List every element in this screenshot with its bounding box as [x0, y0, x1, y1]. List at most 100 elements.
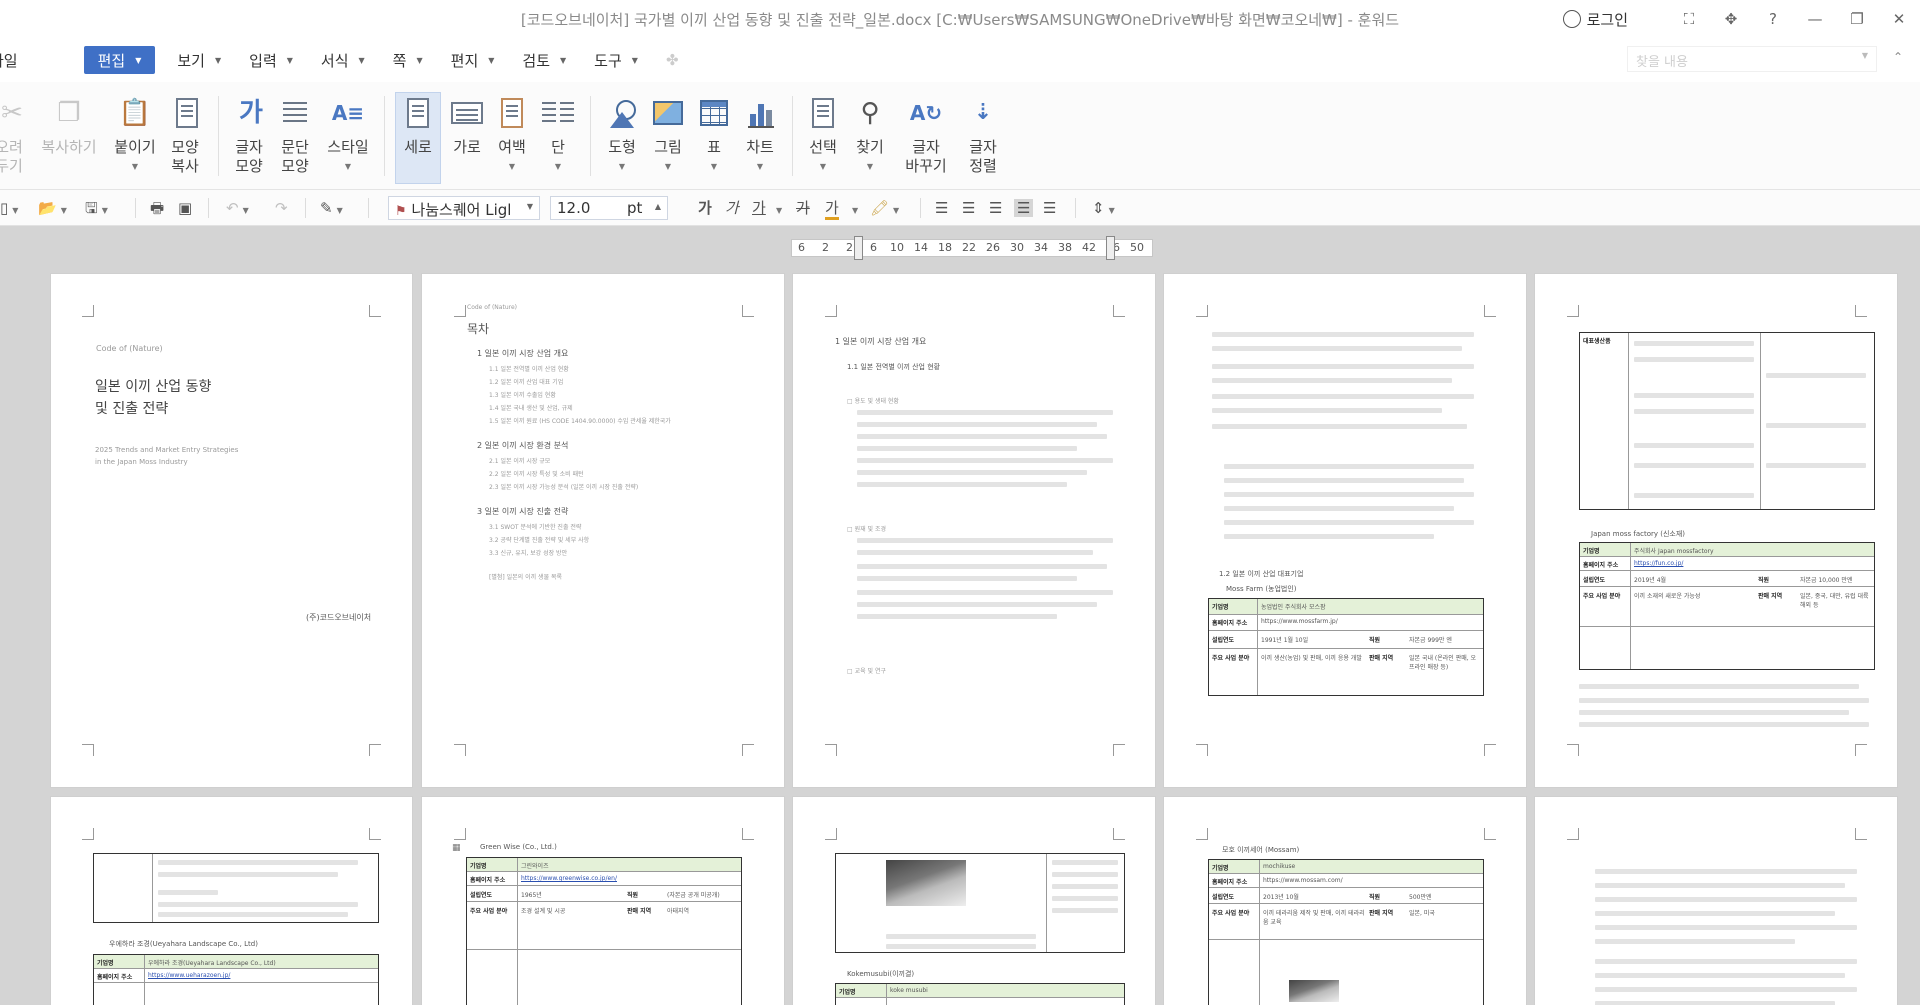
page-thumbnail-1[interactable]: Code of (Nature) 일본 이끼 산업 동향 및 진출 전략 202… [50, 273, 413, 788]
menu-insert[interactable]: 입력 ▼ [235, 46, 307, 74]
page-corner-mark [1567, 305, 1579, 317]
sort-button[interactable]: ⇣ 글자 정렬 [963, 96, 1003, 176]
menu-mail[interactable]: 편지 ▼ [437, 46, 509, 74]
menu-view[interactable]: 보기 ▼ [163, 46, 235, 74]
open-folder-icon[interactable]: 📂 ▼ [38, 199, 67, 220]
page-thumbnail-2[interactable]: Code of (Nature) 목차 1 일본 이끼 시장 산업 개요 1.1… [421, 273, 785, 788]
page-thumbnail-3[interactable]: 1 일본 이끼 시장 산업 개요 1.1 일본 전역별 이끼 산업 현황 □ 용… [792, 273, 1156, 788]
chevron-down-icon: ▼ [618, 162, 626, 171]
bold-button[interactable]: 가 [698, 199, 712, 217]
page-thumbnail-4[interactable]: 1.2 일본 이끼 산업 대표기업 Moss Farm (농업법인) 기업명 농… [1163, 273, 1527, 788]
columns-icon [540, 96, 576, 132]
login-button[interactable]: 로그인 [1562, 9, 1628, 30]
text-line [857, 446, 1077, 451]
char-shape-button[interactable]: 가 글자 모양 [232, 96, 270, 176]
user-icon [1562, 10, 1581, 28]
menu-edit[interactable]: 편집 ▼ [83, 46, 156, 74]
landscape-button[interactable]: 가로 [448, 96, 486, 157]
cut-button[interactable]: ✂ 오려 두기 [0, 96, 28, 176]
menu-format[interactable]: 서식 ▼ [307, 46, 379, 74]
text-line [1212, 378, 1452, 383]
save-icon[interactable]: 🖫 ▼ [85, 199, 108, 220]
chevron-down-icon: ▼ [554, 162, 562, 171]
toc-item: 1.3 일본 이끼 수출입 현황 [489, 392, 556, 399]
clipboard-icon: 📋 [118, 98, 152, 128]
shape-button[interactable]: 도형 ▼ [602, 96, 642, 176]
menu-file[interactable]: 파일 [0, 46, 32, 74]
page-thumbnail-10[interactable] [1534, 796, 1898, 1005]
undo-icon[interactable]: ↶ ▼ [226, 199, 249, 220]
line-spacing-icon[interactable]: ⇕ ▼ [1092, 199, 1115, 220]
align-left-icon[interactable]: ☰ [935, 199, 948, 217]
page-corner-mark [369, 305, 381, 317]
restore-button[interactable]: ❐ [1836, 0, 1878, 38]
menu-review[interactable]: 검토 ▼ [508, 46, 580, 74]
paste-button[interactable]: 📋 붙이기 ▼ [110, 96, 160, 176]
strike-button[interactable]: 가 [796, 199, 810, 217]
chevron-down-icon: ▼ [664, 162, 672, 171]
replace-button[interactable]: A↻ 글자 바꾸기 [903, 96, 949, 176]
align-center-icon[interactable]: ☰ [962, 199, 975, 217]
print-icon[interactable]: 🖶 [150, 199, 164, 217]
find-button[interactable]: ⚲ 찾기 ▼ [850, 96, 890, 176]
table-button[interactable]: 표 ▼ [694, 96, 734, 176]
align-right-icon[interactable]: ☰ [989, 199, 1002, 217]
italic-button[interactable]: 가 [725, 199, 739, 217]
font-select[interactable]: ⚑ 나눔스퀘어 Ligl ▼ [388, 196, 540, 220]
text-line [1595, 1001, 1835, 1005]
minimize-button[interactable]: — [1794, 0, 1836, 38]
font-size-select[interactable]: 12.0 pt ▲ [550, 196, 668, 220]
puzzle-icon[interactable]: ✤ [652, 46, 693, 74]
underline-options-icon[interactable]: ▼ [772, 199, 782, 220]
menu-search-input[interactable]: 찾을 내용 ▼ [1627, 46, 1877, 72]
spell-check-icon[interactable]: ✎ ▼ [320, 199, 343, 220]
font-color-button[interactable]: 가 [825, 199, 839, 220]
table-divider [517, 858, 518, 1005]
format-copy-button[interactable]: 모양 복사 [168, 96, 206, 176]
fullscreen-icon[interactable]: ⛶ [1668, 0, 1710, 38]
menu-tools[interactable]: 도구 ▼ [580, 46, 652, 74]
page-corner-mark [742, 305, 754, 317]
page-logo: Code of (Nature) [467, 304, 517, 311]
page-thumbnail-6[interactable]: 우에하라 조경(Ueyahara Landscape Co., Ltd) 기업명… [50, 796, 413, 1005]
para-shape-button[interactable]: 문단 모양 [278, 96, 316, 176]
picture-button[interactable]: 그림 ▼ [648, 96, 688, 176]
portrait-button[interactable]: 세로 [395, 92, 441, 184]
new-doc-icon[interactable]: ▯ ▼ [0, 199, 18, 220]
document-area[interactable]: Code of (Nature) 일본 이끼 산업 동향 및 진출 전략 202… [0, 226, 1920, 1005]
chevron-down-icon: ▼ [819, 162, 827, 171]
page-thumbnail-8[interactable]: Kokemusubi(이끼결) 기업명 koke musubi [792, 796, 1156, 1005]
collapse-ribbon-icon[interactable]: ⌃ [1893, 50, 1903, 64]
help-button[interactable]: ? [1752, 0, 1794, 38]
text-line [1634, 463, 1754, 468]
grid-icon[interactable]: ▦ [452, 843, 461, 853]
copy-button[interactable]: ❐ 복사하기 [38, 96, 100, 157]
margin-button[interactable]: 여백 ▼ [492, 96, 532, 176]
cover-subtitle-1: 2025 Trends and Market Entry Strategies [95, 446, 239, 454]
style-button[interactable]: A≡ 스타일 ▼ [325, 96, 371, 176]
align-distribute-icon[interactable]: ☰ [1043, 199, 1056, 217]
text-line [857, 602, 1097, 607]
highlighter-icon[interactable]: 🖍 ▼ [870, 199, 899, 220]
font-color-options-icon[interactable]: ▼ [848, 199, 858, 220]
text-line [1595, 959, 1857, 964]
select-button[interactable]: 선택 ▼ [803, 96, 843, 176]
page-thumbnail-5[interactable]: 대표생산품 Japan moss factory (신소재) 기업명 주식회사 … [1534, 273, 1898, 788]
chart-button[interactable]: 차트 ▼ [740, 96, 780, 176]
redo-icon[interactable]: ↷ [275, 199, 288, 217]
chevron-down-icon: ▼ [286, 55, 293, 65]
replace-icon: A↻ [909, 101, 943, 125]
menu-page[interactable]: 쪽 ▼ [379, 46, 437, 74]
page-thumbnail-9[interactable]: 모호 이끼세어 (Mossam) 기업명 mochikuse 홈페이지 주소 h… [1163, 796, 1527, 1005]
underline-button[interactable]: 가 [752, 199, 766, 217]
print-preview-icon[interactable]: ▣ [178, 199, 192, 217]
page-thumbnail-7[interactable]: ▦ Green Wise (Co., Ltd.) 기업명 그린와이즈 홈페이지 … [421, 796, 785, 1005]
chevron-down-icon: ▼ [214, 55, 222, 65]
close-button[interactable]: ✕ [1878, 0, 1920, 38]
toc-item: 1.4 일본 국내 생산 및 산업, 규제 [489, 405, 573, 412]
columns-button[interactable]: 단 ▼ [540, 96, 576, 176]
text-line [857, 614, 1057, 619]
resize-arrows-icon[interactable]: ✥ [1710, 0, 1752, 38]
align-justify-icon[interactable]: ☰ [1014, 199, 1034, 217]
page-corner-mark [454, 744, 466, 756]
